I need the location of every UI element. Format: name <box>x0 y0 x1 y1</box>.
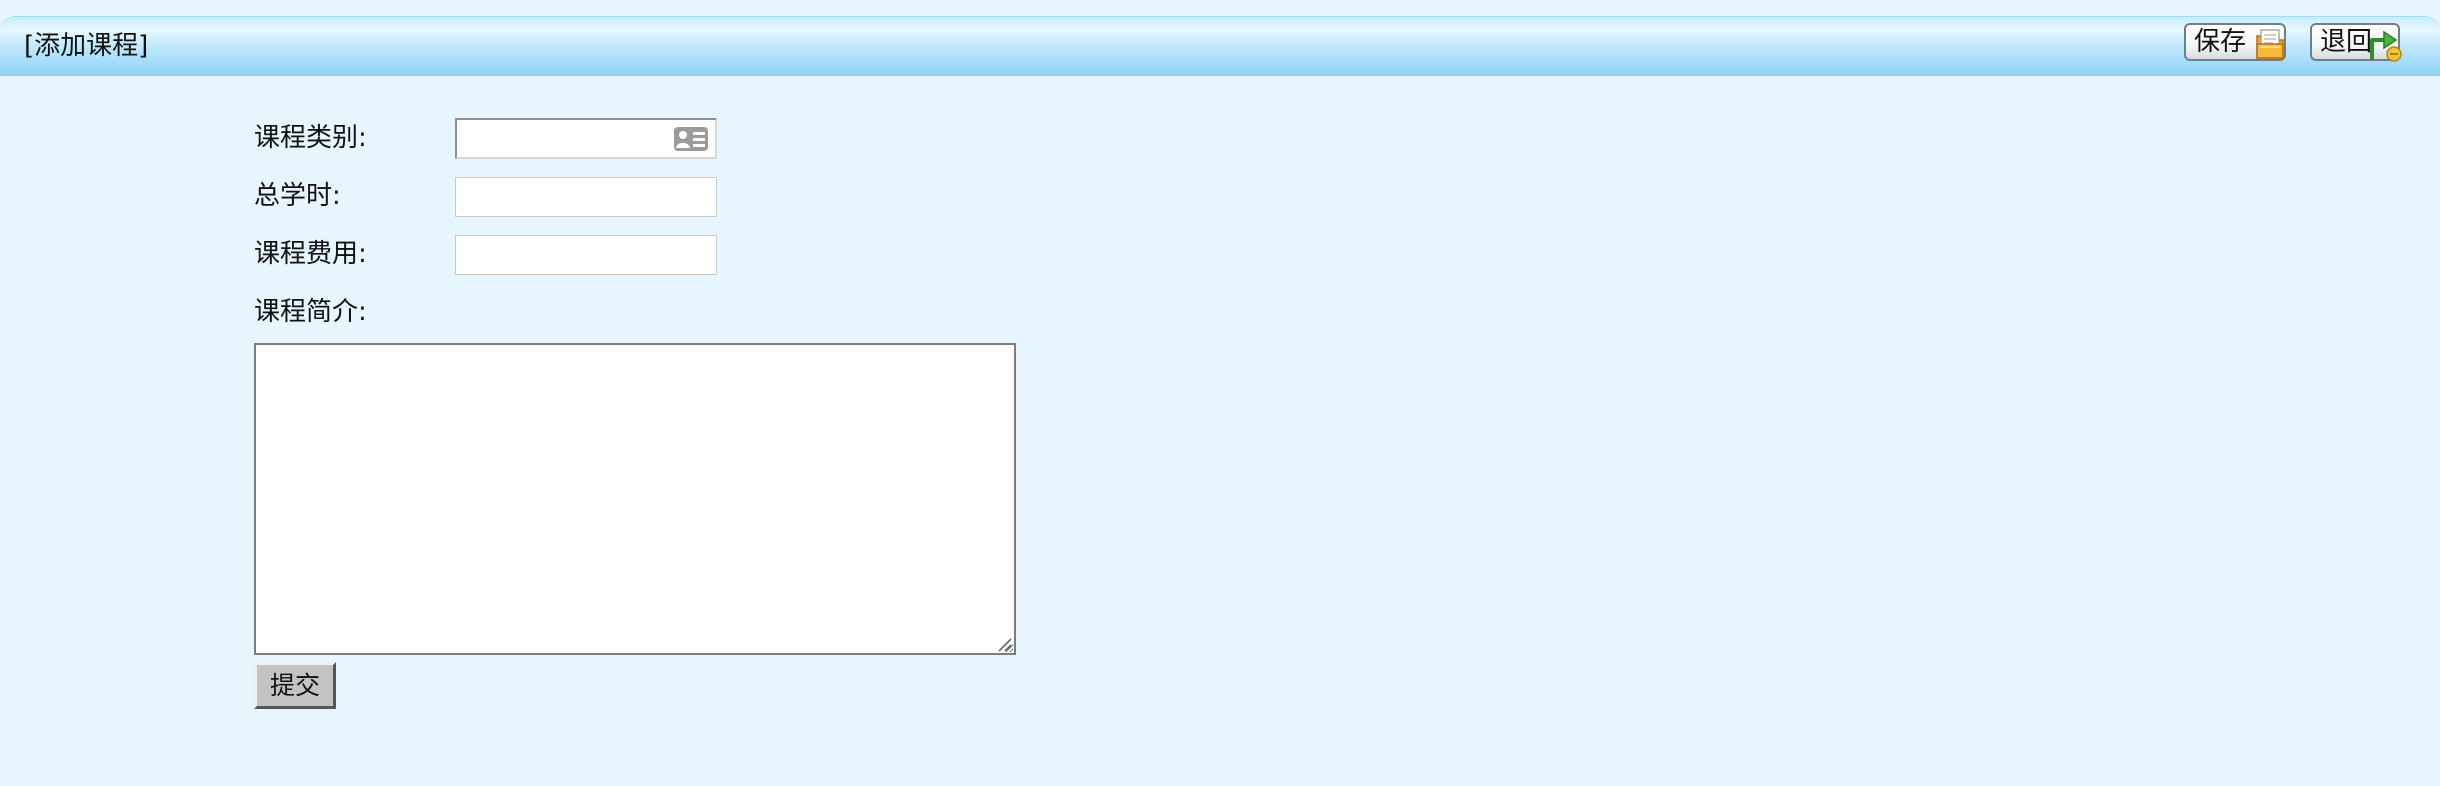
submit-button[interactable]: 提交 <box>254 662 336 709</box>
page-title: [添加课程] <box>24 31 149 61</box>
course-category-select[interactable] <box>455 118 717 159</box>
back-button[interactable]: 退回 <box>2310 23 2402 62</box>
course-category-label: 课程类别: <box>254 123 367 153</box>
id-card-icon <box>674 127 708 151</box>
return-arrow-icon <box>2370 30 2402 62</box>
total-hours-input[interactable] <box>455 177 717 217</box>
course-intro-label: 课程简介: <box>254 297 367 327</box>
resize-grip-icon[interactable] <box>996 636 1012 652</box>
course-fee-input[interactable] <box>455 235 717 275</box>
total-hours-label: 总学时: <box>254 181 341 211</box>
course-fee-label: 课程费用: <box>254 239 367 269</box>
title-bar: [添加课程] 保存 退回 <box>0 16 2440 76</box>
folder-save-icon <box>2256 29 2284 59</box>
course-intro-textarea[interactable] <box>254 343 1016 655</box>
back-button-label: 退回 <box>2320 27 2373 57</box>
save-button-label: 保存 <box>2194 27 2247 57</box>
save-button[interactable]: 保存 <box>2184 23 2286 61</box>
